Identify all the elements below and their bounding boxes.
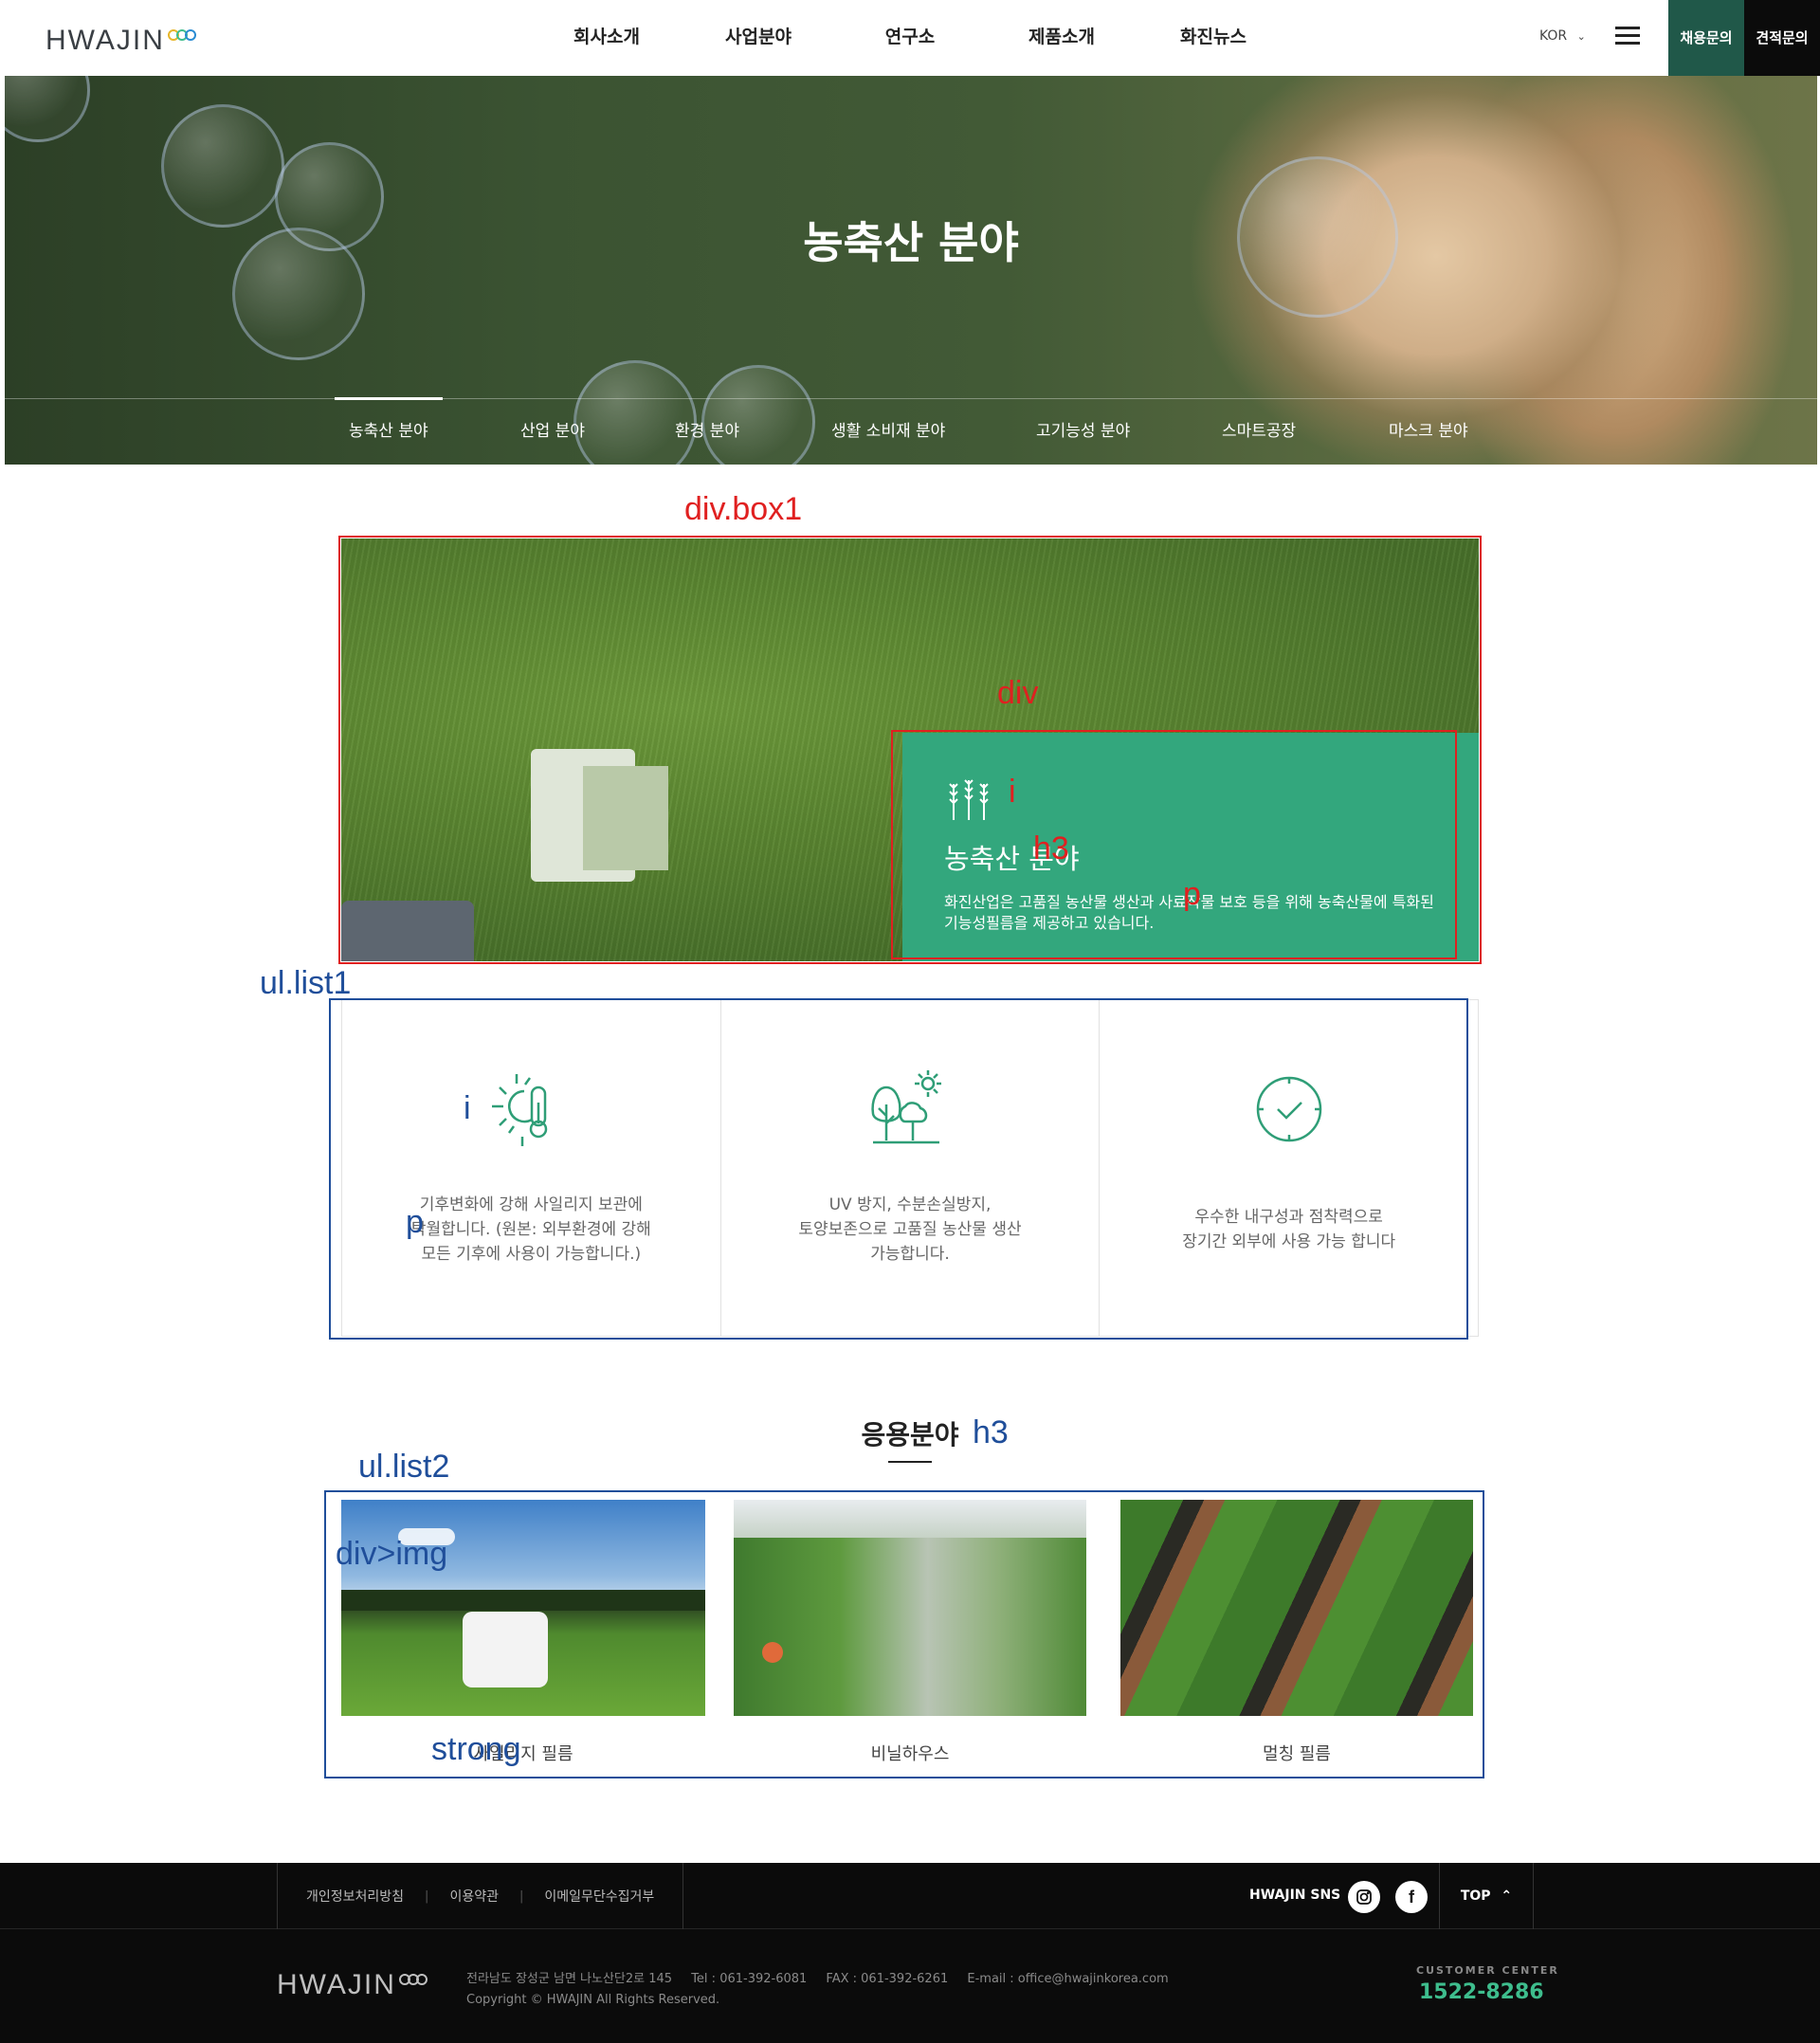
- fax: FAX : 061-392-6261: [826, 1972, 949, 1986]
- nav-business[interactable]: 사업분야: [682, 0, 834, 76]
- site-header: HWAJIN 회사소개 사업분야 연구소 제품소개 화진뉴스 KOR ⌄ 채용문…: [0, 0, 1820, 76]
- logo-rings-icon: [167, 29, 196, 45]
- tab-industry[interactable]: 산업 분야: [520, 399, 585, 465]
- email: E-mail : office@hwajinkorea.com: [967, 1972, 1169, 1986]
- list1-annotation-label: ul.list1: [260, 965, 352, 1001]
- nav-products[interactable]: 제품소개: [986, 0, 1138, 76]
- privacy-policy-link[interactable]: 개인정보처리방침: [306, 1887, 404, 1906]
- tab-high-performance[interactable]: 고기능성 분야: [1036, 399, 1130, 465]
- customer-center-phone: 1522-8286: [1419, 1980, 1544, 2004]
- tractor-image: [341, 901, 474, 961]
- box1-title: 농축산 분야: [944, 843, 1080, 875]
- menu-icon[interactable]: [1615, 27, 1640, 46]
- recruit-inquiry-button[interactable]: 채용문의: [1668, 0, 1744, 76]
- div-annotation-label: div: [997, 675, 1039, 711]
- sun-thermometer-icon: [492, 1074, 548, 1146]
- application-item[interactable]: 멀칭 필름: [1120, 1500, 1484, 1765]
- sns-label: HWAJIN SNS: [1249, 1888, 1341, 1903]
- clock-check-icon: [1256, 1076, 1321, 1142]
- h3-annotation-label: h3: [973, 1414, 1009, 1450]
- terms-link[interactable]: 이용약관: [449, 1887, 499, 1906]
- silage-film-image: [341, 1500, 705, 1716]
- application-item[interactable]: 비닐하우스: [734, 1500, 1098, 1765]
- box1-annotation-label: div.box1: [684, 491, 803, 527]
- application-label: 사일리지 필름: [473, 1744, 573, 1764]
- estimate-inquiry-button[interactable]: 견적문의: [1744, 0, 1820, 76]
- tab-smart-factory[interactable]: 스마트공장: [1222, 399, 1296, 465]
- tab-mask[interactable]: 마스크 분야: [1389, 399, 1468, 465]
- mulching-film-image: [1120, 1500, 1473, 1716]
- greenhouse-image: [734, 1500, 1086, 1716]
- facebook-icon[interactable]: f: [1395, 1881, 1428, 1913]
- main-nav: 회사소개 사업분야 연구소 제품소개 화진뉴스: [531, 0, 1289, 76]
- wheat-icon: [949, 779, 989, 820]
- bubble-decoration: [5, 76, 90, 142]
- p-annotation-label: p: [406, 1204, 424, 1240]
- logo-text: HWAJIN: [46, 25, 165, 56]
- list2-annotation-label: ul.list2: [358, 1449, 450, 1485]
- application-label: 멀칭 필름: [1263, 1744, 1331, 1764]
- chevron-up-icon: ⌃: [1501, 1888, 1513, 1904]
- top-button[interactable]: TOP ⌃: [1439, 1863, 1534, 1929]
- feature-text: 기후변화에 강해 사일리지 보관에 탁월합니다. (원본: 외부환경에 강해 모…: [410, 1195, 651, 1264]
- feature-text: UV 방지, 수분손실방지, 토양보존으로 고품질 농산물 생산 가능합니다.: [798, 1195, 1022, 1264]
- mower-detail-image: [583, 766, 668, 870]
- nav-lab[interactable]: 연구소: [834, 0, 986, 76]
- feature-text: 우수한 내구성과 점착력으로 장기간 외부에 사용 가능 합니다: [1182, 1208, 1396, 1251]
- application-title: 응용분야: [861, 1419, 959, 1450]
- tab-environment[interactable]: 환경 분야: [675, 399, 739, 465]
- sub-nav: 농축산 분야 산업 분야 환경 분야 생활 소비재 분야 고기능성 분야 스마트…: [5, 397, 1817, 465]
- box1-card: 농축산 분야 화진산업은 고품질 농산물 생산과 사료작물 보호 등을 위해 농…: [902, 733, 1479, 961]
- footer-links: 개인정보처리방침 | 이용약관 | 이메일무단수집거부: [277, 1863, 684, 1929]
- instagram-icon[interactable]: [1348, 1881, 1380, 1913]
- h3-annotation-label: h3: [1033, 830, 1069, 866]
- chevron-down-icon: ⌄: [1576, 30, 1586, 43]
- email-refusal-link[interactable]: 이메일무단수집거부: [544, 1887, 654, 1906]
- language-label: KOR: [1539, 28, 1568, 44]
- feature-item: 기후변화에 강해 사일리지 보관에 탁월합니다. (원본: 외부환경에 강해 모…: [342, 1000, 721, 1336]
- page-title: 농축산 분야: [803, 217, 1019, 268]
- company-info: 전라남도 장성군 남면 나노산단2로 145 Tel : 061-392-608…: [466, 1969, 1184, 2011]
- feature-item: 우수한 내구성과 점착력으로 장기간 외부에 사용 가능 합니다: [1100, 1000, 1478, 1336]
- footer-logo-text: HWAJIN: [277, 1969, 396, 2000]
- logo-rings-icon: [398, 1974, 428, 1989]
- feature-item: UV 방지, 수분손실방지, 토양보존으로 고품질 농산물 생산 가능합니다.: [721, 1000, 1101, 1336]
- footer-logo: HWAJIN: [277, 1969, 428, 2001]
- footer-bottom: HWAJIN 전라남도 장성군 남면 나노산단2로 145 Tel : 061-…: [0, 1929, 1820, 2043]
- img-annotation-label: div>img: [336, 1536, 448, 1572]
- top-label: TOP: [1460, 1888, 1491, 1904]
- footer-top: 개인정보처리방침 | 이용약관 | 이메일무단수집거부 HWAJIN SNS f…: [0, 1863, 1820, 1929]
- tab-agriculture[interactable]: 농축산 분야: [335, 397, 443, 465]
- address: 전라남도 장성군 남면 나노산단2로 145: [466, 1972, 673, 1986]
- i-annotation-label: i: [464, 1090, 471, 1126]
- application-label: 비닐하우스: [870, 1744, 950, 1764]
- p-annotation-label: p: [1183, 876, 1201, 912]
- tab-consumer[interactable]: 생활 소비재 분야: [831, 399, 945, 465]
- logo[interactable]: HWAJIN: [46, 25, 196, 57]
- tree-sun-icon: [871, 1070, 941, 1144]
- nav-company[interactable]: 회사소개: [531, 0, 682, 76]
- nav-news[interactable]: 화진뉴스: [1138, 0, 1289, 76]
- box1-section: 농축산 분야 화진산업은 고품질 농산물 생산과 사료작물 보호 등을 위해 농…: [341, 538, 1479, 961]
- title-underline: [888, 1461, 932, 1463]
- strong-annotation-label: strong: [431, 1731, 521, 1767]
- i-annotation-label: i: [1009, 774, 1016, 810]
- tel: Tel : 061-392-6081: [691, 1972, 808, 1986]
- language-select[interactable]: KOR ⌄: [1539, 28, 1586, 44]
- customer-center-label: CUSTOMER CENTER: [1416, 1964, 1559, 1977]
- feature-list: 기후변화에 강해 사일리지 보관에 탁월합니다. (원본: 외부환경에 강해 모…: [341, 999, 1479, 1337]
- copyright: Copyright © HWAJIN All Rights Reserved.: [466, 1993, 720, 2007]
- hero-banner: 농축산 분야 농축산 분야 산업 분야 환경 분야 생활 소비재 분야 고기능성…: [5, 76, 1817, 465]
